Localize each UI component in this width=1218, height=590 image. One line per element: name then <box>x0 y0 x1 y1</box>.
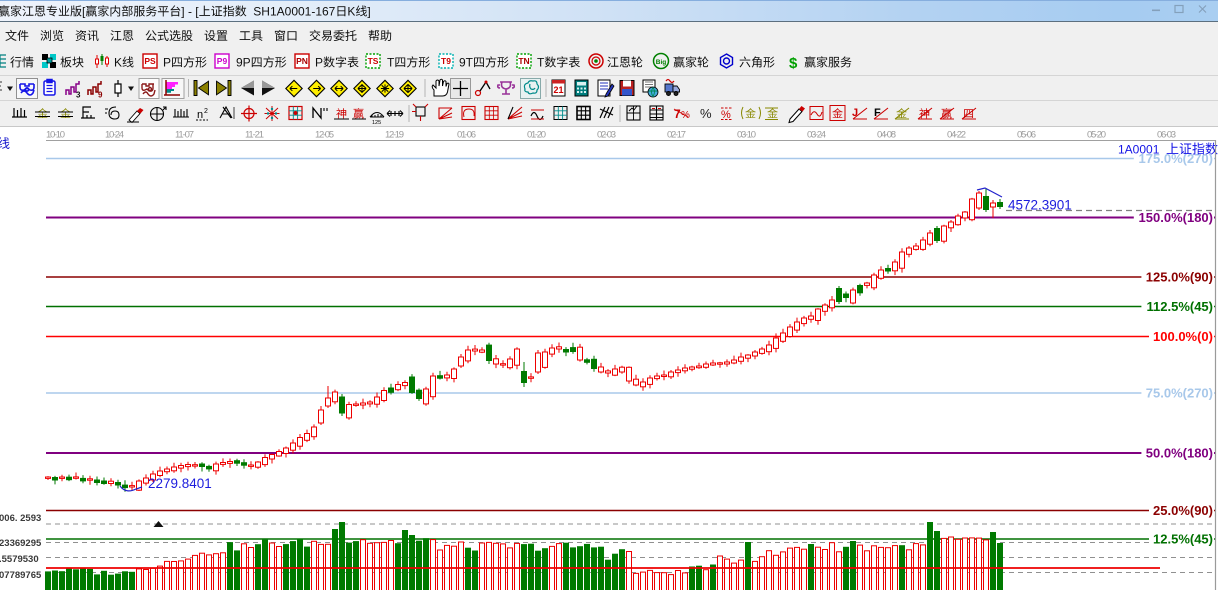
svg-text:75.0%(270): 75.0%(270) <box>1146 386 1213 401</box>
svg-text:125: 125 <box>372 120 381 126</box>
svg-text:%: % <box>700 106 712 121</box>
svg-text:9T: 9T <box>459 56 474 70</box>
svg-text:02-17: 02-17 <box>667 130 686 141</box>
svg-text:04-22: 04-22 <box>947 130 966 141</box>
svg-text:25.0%(90): 25.0%(90) <box>1153 503 1213 518</box>
svg-text:150.0%(180): 150.0%(180) <box>1139 210 1213 225</box>
svg-text:[: [ <box>195 5 199 19</box>
svg-text:PS: PS <box>144 56 156 66</box>
svg-text:100.0%(0): 100.0%(0) <box>1153 329 1213 344</box>
svg-text:125.0%(90): 125.0%(90) <box>1146 270 1213 285</box>
svg-text:11-21: 11-21 <box>245 130 264 141</box>
svg-text:-: - <box>188 5 192 19</box>
svg-text:P: P <box>163 56 171 70</box>
svg-text:]: ] <box>181 5 184 19</box>
svg-text:K: K <box>347 5 355 19</box>
svg-text:K: K <box>114 56 122 70</box>
svg-text:T: T <box>387 56 395 70</box>
svg-text:04-08: 04-08 <box>877 130 896 141</box>
svg-text:50.0%(180): 50.0%(180) <box>1146 446 1213 461</box>
svg-text:Big: Big <box>656 59 667 66</box>
svg-text:F: F <box>874 107 881 119</box>
svg-text:07789765: 07789765 <box>0 570 42 581</box>
svg-text:03-10: 03-10 <box>737 130 756 141</box>
svg-text:10-24: 10-24 <box>105 130 124 141</box>
svg-text:]: ] <box>367 5 370 19</box>
svg-text:P: P <box>315 56 323 70</box>
svg-text:2279.8401: 2279.8401 <box>148 476 212 491</box>
svg-text:PN: PN <box>296 56 308 66</box>
svg-text:P9: P9 <box>217 56 228 66</box>
svg-text:1A0001: 1A0001 <box>1118 143 1160 157</box>
svg-text:01-06: 01-06 <box>457 130 476 141</box>
svg-text:10-10: 10-10 <box>46 130 65 141</box>
svg-text:2: 2 <box>204 108 208 115</box>
svg-text:TS: TS <box>368 56 379 66</box>
svg-text:02-03: 02-03 <box>597 130 616 141</box>
svg-text:006. 2593: 006. 2593 <box>0 513 41 524</box>
svg-text:12-19: 12-19 <box>385 130 404 141</box>
svg-text:12.5%(45): 12.5%(45) <box>1153 532 1213 547</box>
svg-text:06-03: 06-03 <box>1157 130 1176 141</box>
svg-text:3: 3 <box>76 91 81 100</box>
svg-text:12-05: 12-05 <box>315 130 334 141</box>
svg-text:01-20: 01-20 <box>527 130 546 141</box>
svg-text:$: $ <box>789 55 798 72</box>
svg-text:4572.3901: 4572.3901 <box>1008 198 1072 213</box>
svg-text:[: [ <box>82 5 86 19</box>
svg-text:21: 21 <box>553 85 563 95</box>
svg-text:n: n <box>197 109 203 121</box>
svg-text:T9: T9 <box>441 56 451 66</box>
svg-text:23369295: 23369295 <box>0 538 42 549</box>
svg-text:9P: 9P <box>236 56 251 70</box>
svg-text:T: T <box>537 56 545 70</box>
svg-text:TN: TN <box>518 56 529 66</box>
svg-text:112.5%(45): 112.5%(45) <box>1147 299 1214 314</box>
svg-text:SH1A0001-167: SH1A0001-167 <box>253 5 335 19</box>
svg-text:9: 9 <box>98 91 103 100</box>
svg-text:05-20: 05-20 <box>1087 130 1106 141</box>
svg-text:.5579530: .5579530 <box>0 554 39 565</box>
svg-text:03-24: 03-24 <box>807 130 826 141</box>
svg-text:05-06: 05-06 <box>1017 130 1036 141</box>
svg-text:11-07: 11-07 <box>175 130 194 141</box>
